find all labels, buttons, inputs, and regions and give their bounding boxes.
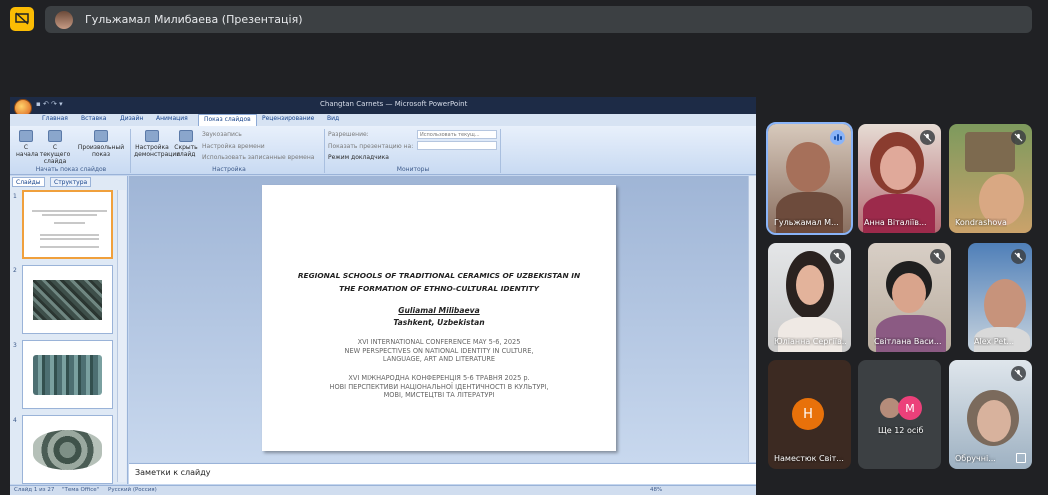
ribbon-tabs: Главная Вставка Дизайн Анимация Показ сл…: [10, 114, 756, 126]
stop-presenting-button[interactable]: [10, 7, 34, 31]
avatar: [55, 10, 73, 29]
thumb-number: 1: [13, 193, 17, 200]
participant-tile[interactable]: Alex Pet...: [968, 243, 1032, 352]
ppt-window-title: Сhangtan Carnets — Microsoft PowerPoint: [320, 100, 468, 108]
theme-name: "Тема Office": [62, 487, 100, 493]
ribbon-divider: [324, 129, 325, 173]
custom-show-button: Произвольный показ: [76, 130, 126, 158]
more-participants-tile[interactable]: M Ще 12 осіб: [858, 360, 941, 469]
screen-share-icon: [1016, 453, 1026, 463]
mic-off-icon: [920, 130, 935, 145]
present-screen-icon: [15, 12, 29, 25]
ribbon-divider: [500, 129, 501, 173]
participant-tile[interactable]: Юліанна Сергіїв...: [768, 243, 851, 352]
thumb-number: 2: [13, 267, 17, 274]
resolution-label: Разрешение:: [328, 131, 369, 138]
shared-screen: ▪ ↶ ↷ ▾ Сhangtan Carnets — Microsoft Pow…: [10, 97, 756, 495]
tab-slideshow: Показ слайдов: [198, 114, 257, 126]
participant-tile[interactable]: Анна Віталіїв...: [858, 124, 941, 233]
rehearse-timings: Настройка времени: [202, 143, 265, 150]
tab-view: Вид: [327, 115, 340, 122]
ribbon-divider: [130, 129, 131, 173]
tab-design: Дизайн: [120, 115, 144, 122]
slide-author: Guliamal Milibaeva: [398, 306, 480, 315]
ppt-status-bar: Слайд 1 из 27 "Тема Office" Русский (Рос…: [10, 485, 756, 495]
from-current-button: С текущего слайда: [38, 130, 72, 165]
participant-name: Гульжамал М...: [774, 218, 839, 227]
participant-name: Світлана Васи...: [874, 337, 942, 346]
mic-off-icon: [830, 249, 845, 264]
group-monitors-label: Мониторы: [396, 166, 430, 173]
resolution-dropdown: Использовать текущ...: [417, 130, 497, 139]
thumb-number: 4: [13, 417, 17, 424]
speaking-indicator-icon: [830, 130, 845, 145]
record-narration: Звукозапись: [202, 131, 242, 138]
slide-thumbnail-2: [22, 265, 113, 334]
presenter-view-checkbox: Режим докладчика: [328, 154, 389, 161]
group-setup-label: Настройка: [212, 166, 246, 173]
presenter-name: Гульжамал Милибаева (Презентація): [85, 13, 303, 26]
mic-off-icon: [1011, 249, 1026, 264]
notes-pane: Заметки к слайду: [129, 463, 756, 484]
slide-thumbnail-3: [22, 340, 113, 409]
slide-conference-ua: XVI МІЖНАРОДНА КОНФЕРЕНЦІЯ 5-6 ТРАВНЯ 20…: [329, 374, 549, 400]
mic-off-icon: [1011, 366, 1026, 381]
participant-name: Kondrashova: [955, 218, 1007, 227]
show-on-label: Показать презентацию на:: [328, 143, 414, 150]
tab-review: Рецензирование: [262, 115, 315, 122]
mic-off-icon: [930, 249, 945, 264]
avatar: Н: [792, 398, 824, 430]
participant-name: Юліанна Сергіїв...: [774, 337, 846, 346]
slide-location: Tashkent, Uzbekistan: [393, 318, 485, 327]
participant-tile[interactable]: Світлана Васи...: [868, 243, 951, 352]
tab-animation: Анимация: [156, 115, 188, 122]
panel-scrollbar: [117, 190, 126, 482]
participant-tile[interactable]: Обручні...: [949, 360, 1032, 469]
slide-title: REGIONAL SCHOOLS OF TRADITIONAL CERAMICS…: [297, 271, 581, 293]
presenter-banner[interactable]: Гульжамал Милибаева (Презентація): [45, 6, 1032, 33]
thumb-number: 3: [13, 342, 17, 349]
language: Русский (Россия): [108, 487, 157, 493]
participant-name: Наместюк Світ...: [774, 454, 844, 463]
slide-scrollbar: [748, 176, 756, 462]
current-slide: REGIONAL SCHOOLS OF TRADITIONAL CERAMICS…: [262, 185, 616, 451]
from-start-button: С начала: [16, 130, 38, 158]
participant-name: Alex Pet...: [974, 337, 1014, 346]
ribbon: С начала С текущего слайда Произвольный …: [10, 126, 756, 175]
quick-access-toolbar: ▪ ↶ ↷ ▾: [36, 100, 63, 108]
ppt-title-bar: ▪ ↶ ↷ ▾ Сhangtan Carnets — Microsoft Pow…: [10, 97, 756, 117]
tab-home: Главная: [42, 115, 68, 122]
group-start-label: Начать показ слайдов: [35, 166, 107, 173]
tab-insert: Вставка: [81, 115, 107, 122]
participant-tile[interactable]: Гульжамал М...: [766, 122, 853, 235]
participant-tile[interactable]: Н Наместюк Світ...: [768, 360, 851, 469]
more-participants-label: Ще 12 осіб: [878, 426, 924, 435]
hide-slide-button: Скрыть слайд: [174, 130, 198, 158]
slide-thumbnail-1: [22, 190, 113, 259]
tab-outline: Структура: [50, 177, 92, 187]
slide-editing-area: REGIONAL SCHOOLS OF TRADITIONAL CERAMICS…: [129, 176, 748, 462]
participant-name: Анна Віталіїв...: [864, 218, 927, 227]
use-timings-checkbox: Использовать записанные времена: [202, 154, 315, 161]
slide-count: Слайд 1 из 27: [14, 487, 55, 493]
participant-name: Обручні...: [955, 454, 996, 463]
avatar: M: [898, 396, 922, 420]
zoom-level: 48%: [650, 487, 663, 493]
mic-off-icon: [1011, 130, 1026, 145]
monitor-dropdown: [417, 141, 497, 150]
setup-show-button: Настройка демонстрации: [134, 130, 180, 158]
participant-tile[interactable]: Kondrashova: [949, 124, 1032, 233]
slide-conference-en: XVI INTERNATIONAL CONFERENCE MAY 5-6, 20…: [344, 338, 534, 364]
slides-panel: Слайды Структура 1 2 3 4: [10, 176, 128, 484]
slide-thumbnail-4: [22, 415, 113, 484]
tab-slides: Слайды: [12, 177, 45, 187]
